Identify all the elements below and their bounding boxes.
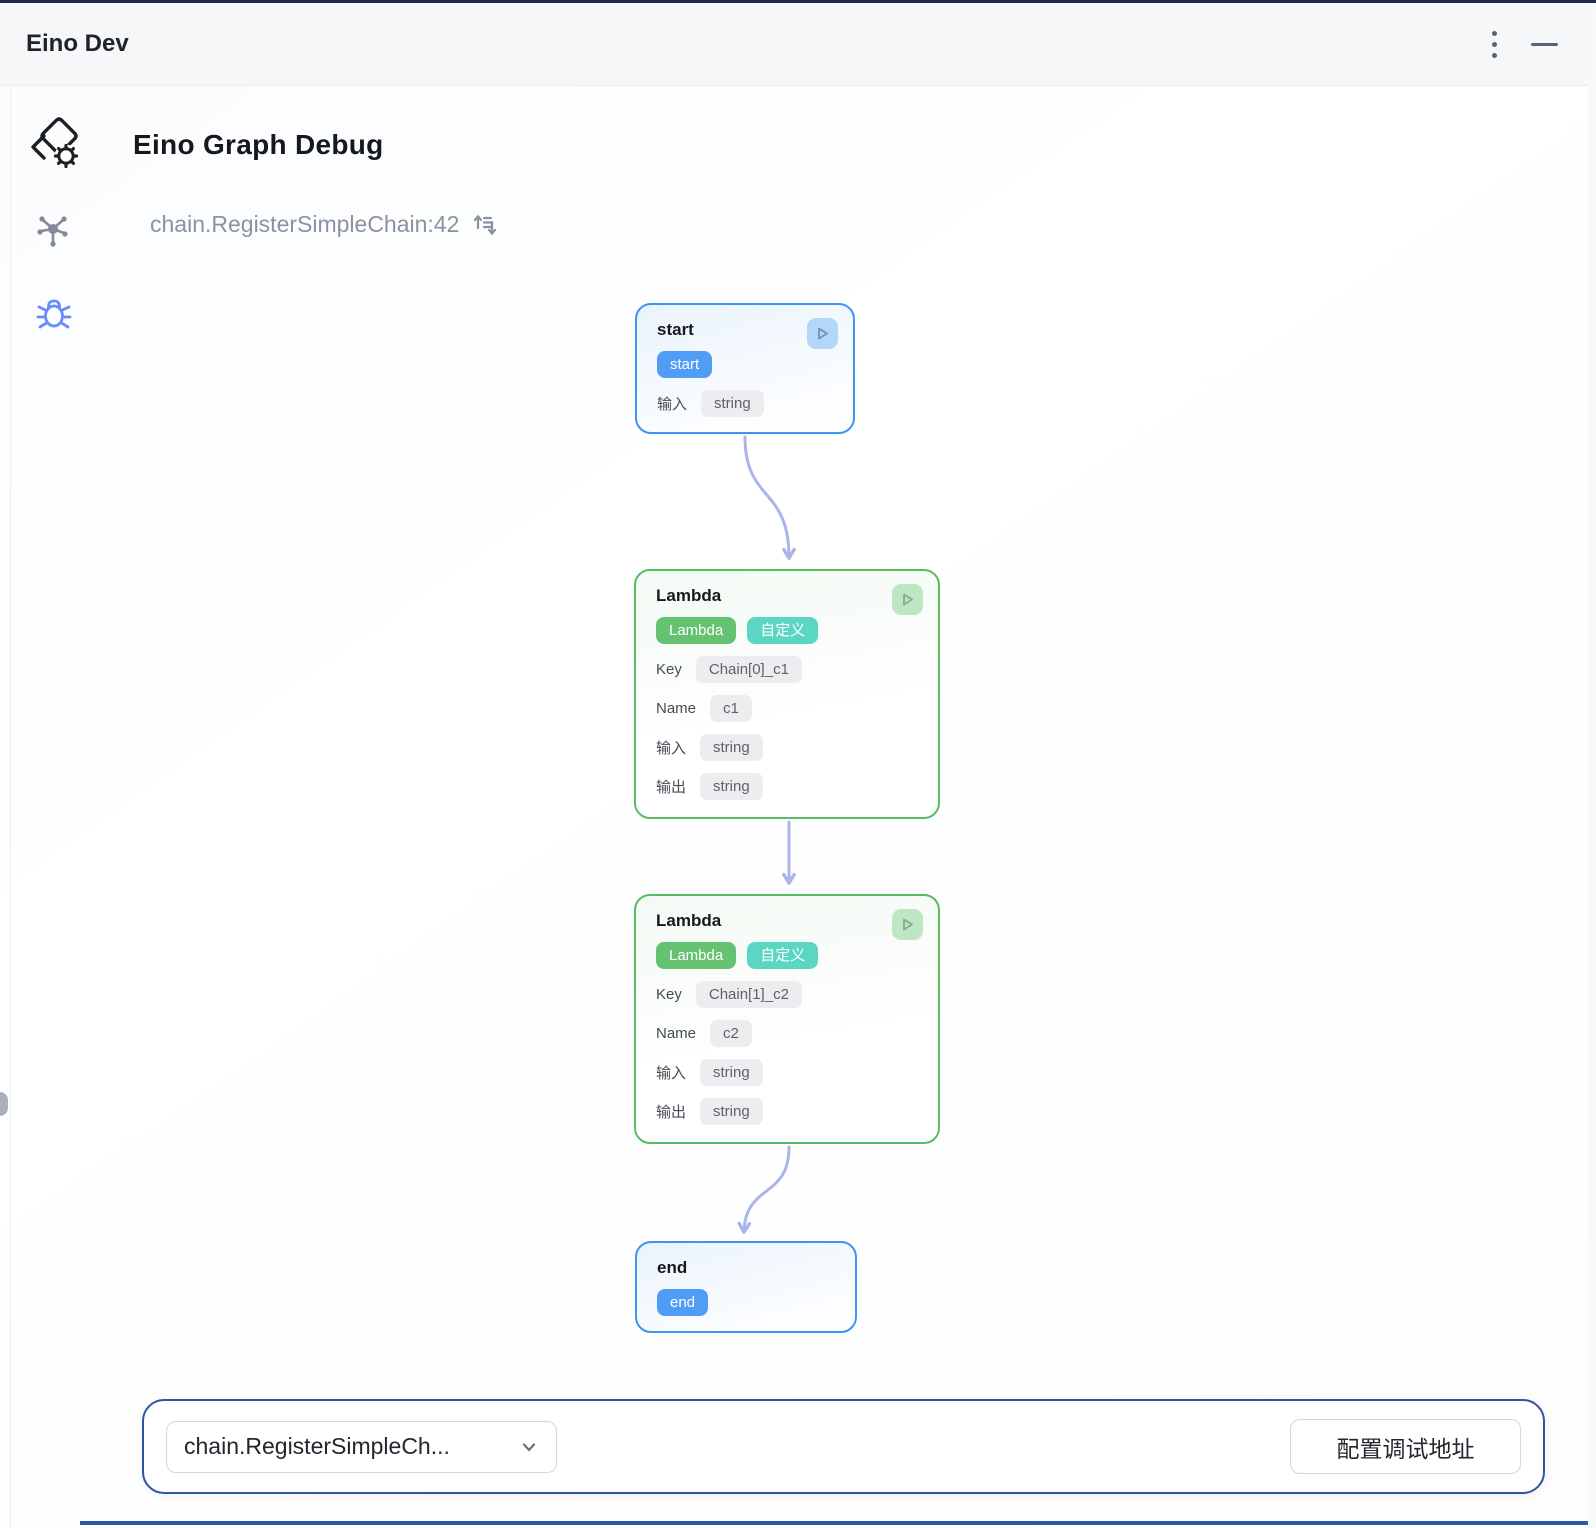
node-title: Lambda bbox=[656, 586, 918, 606]
node-type-badge: start bbox=[657, 351, 712, 378]
node-type-badge: end bbox=[657, 1289, 708, 1316]
bug-icon[interactable] bbox=[34, 293, 74, 333]
node-row-label: Name bbox=[656, 700, 696, 717]
node-row-value: Chain[1]_c2 bbox=[696, 981, 802, 1008]
left-divider bbox=[10, 87, 11, 1528]
configure-debug-address-button[interactable]: 配置调试地址 bbox=[1290, 1419, 1521, 1474]
graph-icon[interactable] bbox=[36, 212, 70, 250]
node-row-label: Key bbox=[656, 986, 682, 1003]
debug-target-select[interactable]: chain.RegisterSimpleCh... bbox=[166, 1421, 557, 1473]
node-row-label: Name bbox=[656, 1025, 696, 1042]
node-row-value: c1 bbox=[710, 695, 752, 722]
node-row-label: 输出 bbox=[656, 1101, 686, 1122]
page-title: Eino Graph Debug bbox=[133, 129, 384, 161]
node-row-label: 输入 bbox=[657, 393, 687, 414]
edge-start-lambda1 bbox=[745, 437, 789, 557]
node-custom-badge: 自定义 bbox=[747, 942, 818, 969]
debug-toolbar: chain.RegisterSimpleCh... 配置调试地址 bbox=[142, 1399, 1545, 1494]
node-custom-badge: 自定义 bbox=[747, 617, 818, 644]
graph-node-start[interactable]: start start 输入 string bbox=[635, 303, 855, 434]
node-type-badge: Lambda bbox=[656, 942, 736, 969]
panel-resize-handle[interactable] bbox=[0, 1092, 8, 1116]
node-row-value: string bbox=[700, 734, 763, 761]
right-gutter bbox=[1588, 3, 1596, 1528]
play-icon[interactable] bbox=[892, 584, 923, 615]
node-row-label: 输出 bbox=[656, 776, 686, 797]
node-title: Lambda bbox=[656, 911, 918, 931]
node-row-value: string bbox=[700, 1098, 763, 1125]
graph-ref-label: chain.RegisterSimpleChain:42 bbox=[150, 211, 459, 238]
edge-lambda2-end bbox=[744, 1147, 789, 1231]
graph-ref-row: chain.RegisterSimpleChain:42 bbox=[150, 210, 498, 238]
titlebar-actions bbox=[1488, 27, 1558, 62]
minimize-icon[interactable] bbox=[1531, 43, 1558, 46]
bottom-panel-top-border bbox=[80, 1521, 1588, 1525]
node-row-label: 输入 bbox=[656, 737, 686, 758]
node-row-label: 输入 bbox=[656, 1062, 686, 1083]
node-row-value: string bbox=[700, 1059, 763, 1086]
node-row-label: Key bbox=[656, 661, 682, 678]
eino-logo-icon bbox=[28, 115, 86, 173]
debug-target-value: chain.RegisterSimpleCh... bbox=[184, 1433, 450, 1460]
window-title: Eino Dev bbox=[26, 30, 129, 58]
play-icon[interactable] bbox=[892, 909, 923, 940]
graph-debug-panel: Eino Graph Debug bbox=[0, 87, 1596, 1528]
node-row-value: c2 bbox=[710, 1020, 752, 1047]
graph-node-lambda-2[interactable]: Lambda Lambda 自定义 Key Chain[1]_c2 Name c… bbox=[634, 894, 940, 1144]
titlebar: Eino Dev bbox=[0, 3, 1588, 86]
kebab-menu-icon[interactable] bbox=[1488, 27, 1501, 62]
node-type-badge: Lambda bbox=[656, 617, 736, 644]
play-icon[interactable] bbox=[807, 318, 838, 349]
node-row-value: Chain[0]_c1 bbox=[696, 656, 802, 683]
sort-icon[interactable] bbox=[472, 212, 498, 238]
chevron-down-icon bbox=[519, 1437, 539, 1457]
window-top-border bbox=[0, 0, 1596, 3]
node-row-value: string bbox=[701, 390, 764, 417]
node-title: end bbox=[657, 1258, 835, 1278]
node-row-value: string bbox=[700, 773, 763, 800]
graph-node-lambda-1[interactable]: Lambda Lambda 自定义 Key Chain[0]_c1 Name c… bbox=[634, 569, 940, 819]
graph-node-end[interactable]: end end bbox=[635, 1241, 857, 1333]
